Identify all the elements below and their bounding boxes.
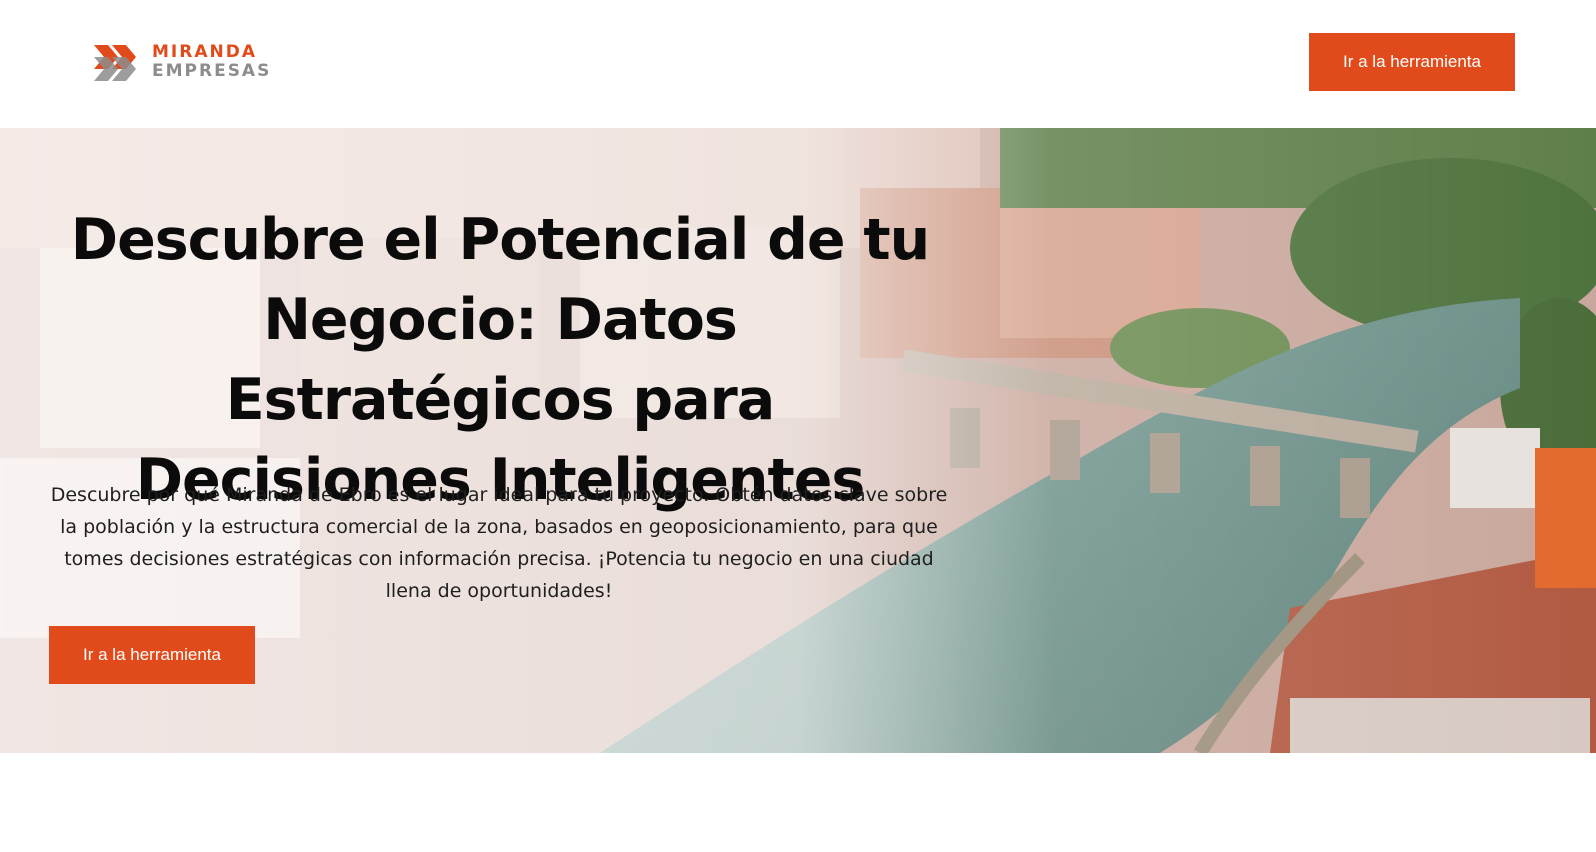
- site-header: MIRANDA EMPRESAS Ir a la herramienta: [0, 0, 1596, 128]
- logo-line-2: EMPRESAS: [152, 61, 272, 81]
- hero-tool-button[interactable]: Ir a la herramienta: [49, 626, 255, 684]
- chevron-arrows-logo-icon: [94, 45, 136, 81]
- hero-description: Descubre por qué Miranda de Ebro es el l…: [50, 484, 948, 602]
- hero-section: Descubre el Potencial de tu Negocio: Dat…: [0, 128, 1596, 753]
- logo-line-1: MIRANDA: [152, 42, 257, 62]
- logo-text: MIRANDA EMPRESAS: [152, 43, 271, 81]
- logo[interactable]: MIRANDA EMPRESAS: [92, 40, 271, 84]
- header-tool-button[interactable]: Ir a la herramienta: [1309, 33, 1515, 91]
- hero-title: Descubre el Potencial de tu Negocio: Dat…: [70, 207, 930, 513]
